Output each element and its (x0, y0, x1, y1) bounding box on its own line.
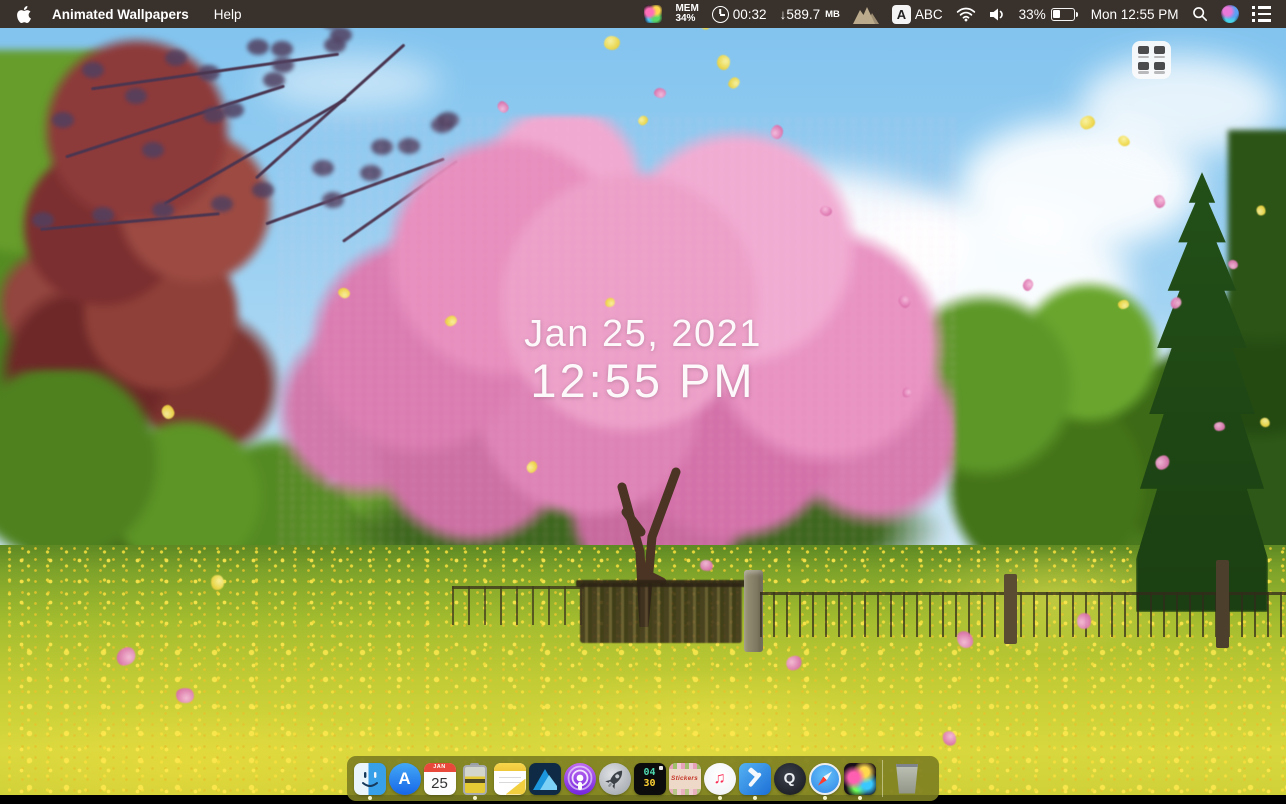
petal (1256, 205, 1266, 216)
notification-center-item[interactable] (1251, 5, 1271, 23)
mem-label: MEM (675, 2, 699, 14)
fence-left (452, 586, 584, 625)
mountain-icon (852, 6, 879, 24)
battery-app-icon (459, 762, 491, 795)
help-menu[interactable]: Help (214, 7, 242, 22)
music-icon: ♫ (703, 762, 736, 795)
quicktime-icon: Q (773, 762, 806, 795)
spotlight-item[interactable] (1192, 6, 1208, 22)
dock-item-notes[interactable] (492, 756, 527, 801)
wallpaper-clock-overlay: Jan 25, 2021 12:55 PM (0, 313, 1286, 407)
apple-icon (17, 5, 31, 23)
stickers-icon: Stickers (668, 762, 701, 795)
memory-status-item[interactable]: MEM 34% (675, 2, 699, 25)
siri-icon (1220, 5, 1239, 23)
wifi-icon (956, 7, 975, 22)
dock-separator (877, 756, 886, 801)
dock-item-battery-app[interactable] (457, 756, 492, 801)
podcasts-icon (563, 762, 596, 795)
xcode-icon (738, 762, 771, 795)
battery-icon (1050, 7, 1075, 21)
trash-icon (896, 763, 918, 794)
calendar-icon: JAN 25 (423, 762, 456, 795)
apple-menu[interactable] (17, 5, 31, 23)
speaker-icon (989, 8, 1003, 20)
finder-icon (353, 762, 386, 795)
wooden-gate (576, 580, 746, 643)
running-indicator (752, 796, 757, 800)
wallpapers-status-item[interactable] (644, 5, 663, 23)
menu-bar: Animated Wallpapers Help MEM 34% 00:32 ↓… (0, 0, 1286, 28)
fence-right (760, 592, 1286, 637)
timer-status-item[interactable]: 00:32 (711, 5, 767, 23)
dock-item-rocket-app[interactable] (597, 756, 632, 801)
running-indicator (822, 796, 827, 800)
timer-value: 00:32 (732, 6, 767, 22)
notes-icon (493, 762, 526, 795)
running-indicator (367, 796, 372, 800)
mountain-status-item[interactable] (852, 5, 879, 24)
petal (1213, 421, 1226, 432)
menu-bar-clock[interactable]: Mon 12:55 PM (1091, 7, 1179, 22)
dock-item-finder[interactable] (352, 756, 387, 801)
battery-percent: 33% (1018, 6, 1046, 22)
input-badge: A (891, 4, 911, 24)
dock: A JAN 25 04 30 Stickers ♫ Q (347, 756, 939, 801)
dock-item-affinity-designer[interactable] (527, 756, 562, 801)
app-menu-title[interactable]: Animated Wallpapers (52, 7, 189, 22)
siri-item[interactable] (1220, 5, 1239, 23)
running-indicator (717, 796, 722, 800)
animated-wallpapers-icon (843, 762, 876, 795)
input-label: ABC (914, 6, 943, 22)
fence-post (1216, 560, 1229, 648)
dock-item-stickers[interactable]: Stickers (667, 756, 702, 801)
fence-post (1004, 574, 1017, 644)
running-indicator (472, 796, 477, 800)
overlay-time: 12:55 PM (530, 353, 756, 407)
battery-status-item[interactable]: 33% (1019, 7, 1078, 22)
dock-item-calendar[interactable]: JAN 25 (422, 756, 457, 801)
dock-item-date-widget[interactable]: 04 30 (632, 756, 667, 801)
rocket-icon (598, 762, 631, 795)
dock-item-safari[interactable] (807, 756, 842, 801)
dock-item-app-store[interactable]: A (387, 756, 422, 801)
affinity-designer-icon (528, 762, 561, 795)
date-widget-icon: 04 30 (633, 762, 666, 795)
input-source-item[interactable]: A ABC (891, 4, 943, 24)
dock-item-trash[interactable] (886, 756, 928, 801)
search-icon (1192, 7, 1207, 22)
download-unit: MB (825, 8, 840, 20)
fireworks-icon (644, 5, 663, 23)
volume-status-item[interactable] (989, 7, 1006, 22)
notification-center-icon (1251, 5, 1271, 23)
dock-item-animated-wallpapers[interactable] (842, 756, 877, 801)
running-indicator (857, 796, 862, 800)
dock-item-xcode[interactable] (737, 756, 772, 801)
app-store-icon: A (388, 762, 421, 795)
dock-item-music[interactable]: ♫ (702, 756, 737, 801)
dock-item-quicktime[interactable]: Q (772, 756, 807, 801)
safari-icon (808, 762, 841, 795)
wifi-status-item[interactable] (956, 6, 976, 22)
widgets-grid-button[interactable] (1132, 41, 1171, 79)
overlay-date: Jan 25, 2021 (524, 313, 762, 355)
dock-item-podcasts[interactable] (562, 756, 597, 801)
download-value: ↓589.7 (779, 6, 821, 22)
mem-value: 34% (675, 13, 696, 24)
network-download-item[interactable]: ↓589.7 MB (780, 7, 840, 22)
clock-icon (711, 5, 729, 23)
